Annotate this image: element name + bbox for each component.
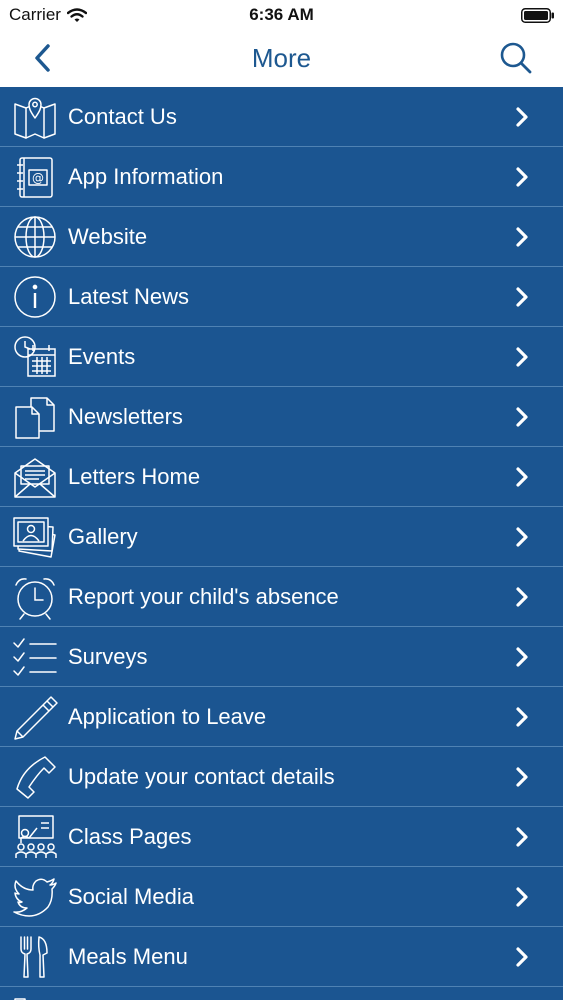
- phone-icon: [11, 753, 59, 801]
- menu-item-application-to-leave[interactable]: Application to Leave: [0, 687, 563, 747]
- menu-item-label: Gallery: [68, 524, 138, 549]
- menu-list: Contact Us @ App Information Website Lat…: [0, 87, 563, 1000]
- chevron-right-icon: [516, 467, 528, 487]
- menu-item-label: Update your contact details: [68, 764, 335, 789]
- menu-item-label: Social Media: [68, 884, 194, 909]
- map-pin-icon: [11, 93, 59, 141]
- info-icon: [11, 273, 59, 321]
- photos-icon: [11, 513, 59, 561]
- menu-item-label: Latest News: [68, 284, 190, 309]
- checklist-icon: [11, 633, 59, 681]
- menu-item-letters-home[interactable]: Letters Home: [0, 447, 563, 507]
- chevron-right-icon: [516, 827, 528, 847]
- menu-item-label: Application to Leave: [68, 704, 267, 729]
- chevron-right-icon: [516, 767, 528, 787]
- menu-item-latest-news[interactable]: Latest News: [0, 267, 563, 327]
- menu-item-report-absence[interactable]: Report your child's absence: [0, 567, 563, 627]
- chevron-right-icon: [516, 167, 528, 187]
- menu-item-partial[interactable]: [0, 987, 563, 1000]
- svg-text:@: @: [32, 171, 44, 185]
- page-title: More: [251, 43, 312, 73]
- chevron-right-icon: [516, 227, 528, 247]
- menu-item-class-pages[interactable]: Class Pages: [0, 807, 563, 867]
- chevron-right-icon: [516, 587, 528, 607]
- calendar-clock-icon: [11, 333, 59, 381]
- battery-icon: [521, 8, 554, 23]
- menu-item-label: Report your child's absence: [68, 584, 339, 609]
- chevron-right-icon: [516, 107, 528, 127]
- menu-item-label: Contact Us: [68, 104, 177, 129]
- nav-bar: More: [0, 30, 563, 87]
- checkbox-list-icon: [11, 993, 59, 1000]
- alarm-clock-icon: [11, 573, 59, 621]
- chevron-right-icon: [516, 527, 528, 547]
- menu-item-label: Newsletters: [68, 404, 183, 429]
- globe-icon: [11, 213, 59, 261]
- menu-item-label: Class Pages: [68, 824, 192, 849]
- menu-item-label: Website: [68, 224, 148, 249]
- fork-knife-icon: [11, 933, 59, 981]
- chevron-right-icon: [516, 707, 528, 727]
- chevron-right-icon: [516, 287, 528, 307]
- menu-item-meals-menu[interactable]: Meals Menu: [0, 927, 563, 987]
- status-bar: Carrier 6:36 AM: [0, 0, 563, 30]
- menu-item-contact-us[interactable]: Contact Us: [0, 87, 563, 147]
- menu-item-website[interactable]: Website: [0, 207, 563, 267]
- menu-item-surveys[interactable]: Surveys: [0, 627, 563, 687]
- chevron-right-icon: [516, 947, 528, 967]
- menu-item-label: Letters Home: [68, 464, 201, 489]
- pencil-icon: [11, 693, 59, 741]
- chevron-right-icon: [516, 887, 528, 907]
- menu-item-label: Surveys: [68, 644, 148, 669]
- menu-item-newsletters[interactable]: Newsletters: [0, 387, 563, 447]
- menu-item-social-media[interactable]: Social Media: [0, 867, 563, 927]
- menu-item-app-information[interactable]: @ App Information: [0, 147, 563, 207]
- menu-item-update-contact-details[interactable]: Update your contact details: [0, 747, 563, 807]
- documents-icon: [11, 393, 59, 441]
- chevron-right-icon: [516, 647, 528, 667]
- classroom-icon: [11, 813, 59, 861]
- twitter-bird-icon: [11, 873, 59, 921]
- status-time: 6:36 AM: [249, 5, 314, 24]
- chevron-right-icon: [516, 407, 528, 427]
- chevron-right-icon: [516, 347, 528, 367]
- search-icon[interactable]: [499, 41, 533, 75]
- menu-item-events[interactable]: Events: [0, 327, 563, 387]
- address-book-icon: @: [11, 153, 59, 201]
- menu-item-label: Events: [68, 344, 136, 369]
- envelope-icon: [11, 453, 59, 501]
- menu-item-label: App Information: [68, 164, 224, 189]
- menu-item-gallery[interactable]: Gallery: [0, 507, 563, 567]
- menu-item-label: Meals Menu: [68, 944, 188, 969]
